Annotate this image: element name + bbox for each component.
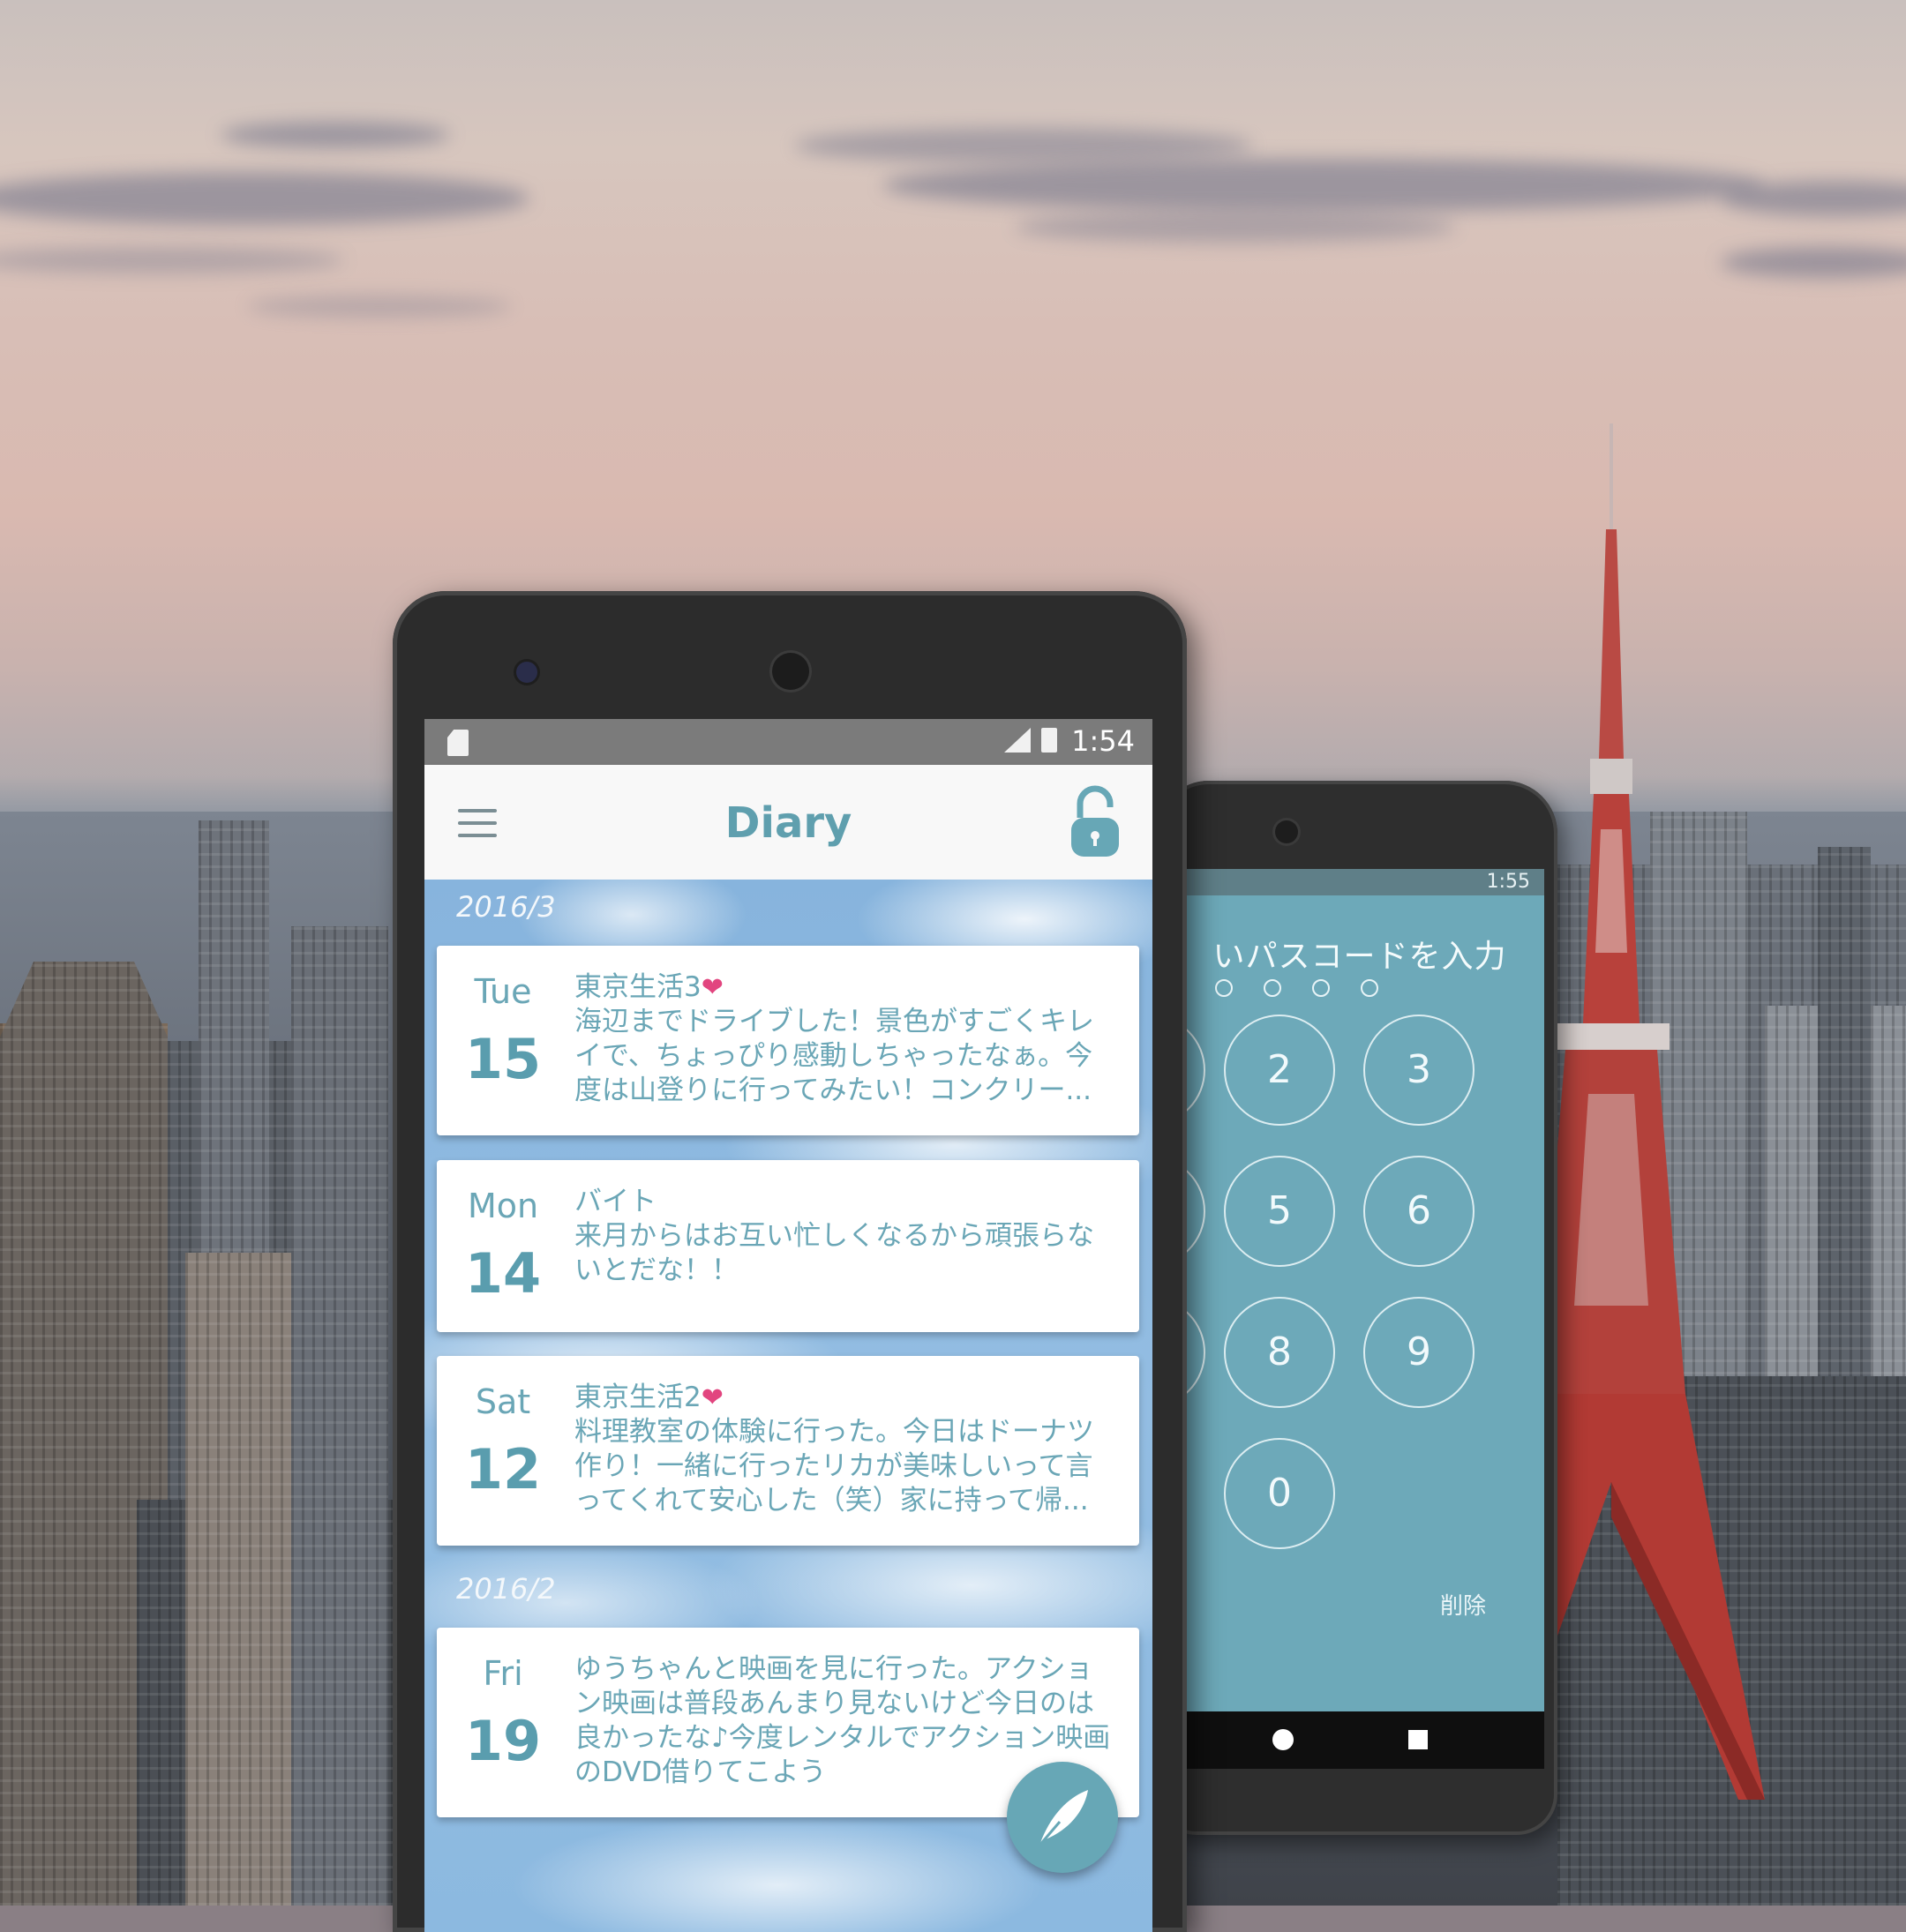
key-2[interactable]: 2 <box>1224 1015 1335 1126</box>
entry-body: 海辺までドライブした！景色がすごくキレイで、ちょっぴり感動しちゃったなぁ。今度は… <box>574 1006 1094 1106</box>
entry-title-text: 東京生活2 <box>574 1382 702 1413</box>
passcode-screen: 1:55 いパスコードを入力 2 3 5 6 8 9 0 削除 <box>1175 869 1544 1769</box>
entry-weekday: Sat <box>475 1382 531 1421</box>
passcode-dot <box>1361 979 1379 997</box>
front-phone: 1:54 Diary 2016/3 Tue 15 東京生活3❤ 海辺までドライブ… <box>393 591 1187 1932</box>
passcode-dot <box>1264 979 1282 997</box>
entry-day: 12 <box>464 1437 542 1501</box>
month-header: 2016/3 <box>456 890 556 924</box>
status-time: 1:54 <box>1071 724 1135 758</box>
entry-text: バイト 来月からはお互い忙しくなるから頑張らないとだな！！ <box>574 1185 1113 1288</box>
feather-pen-icon <box>1037 1790 1088 1847</box>
passcode-title: いパスコードを入力 <box>1212 939 1507 975</box>
entry-title: 東京生活3❤ <box>574 970 1113 1005</box>
passcode-dot <box>1312 979 1331 997</box>
passcode-dot <box>1215 979 1233 997</box>
entry-title: 東京生活2❤ <box>574 1381 1113 1415</box>
diary-entry-card[interactable]: Mon 14 バイト 来月からはお互い忙しくなるから頑張らないとだな！！ <box>437 1160 1139 1332</box>
new-entry-button[interactable] <box>1007 1762 1118 1873</box>
entry-day: 15 <box>464 1027 542 1091</box>
diary-entry-card[interactable]: Sat 12 東京生活2❤ 料理教室の体験に行った。今日はドーナツ作り！一緒に行… <box>437 1356 1139 1546</box>
key-6[interactable]: 6 <box>1363 1156 1475 1267</box>
entry-title: バイト <box>574 1186 657 1217</box>
passcode-dots <box>1215 979 1405 1000</box>
unlock-icon[interactable] <box>1069 784 1121 858</box>
key-0[interactable]: 0 <box>1224 1438 1335 1549</box>
entry-title-text: 東京生活3 <box>574 971 702 1003</box>
status-bar: 1:55 <box>1175 869 1544 895</box>
entry-weekday: Fri <box>483 1654 523 1693</box>
heart-icon: ❤ <box>701 972 724 1003</box>
battery-icon <box>1041 728 1058 753</box>
delete-button[interactable]: 削除 <box>1440 1588 1486 1621</box>
heart-icon: ❤ <box>701 1382 724 1413</box>
entry-text: 東京生活2❤ 料理教室の体験に行った。今日はドーナツ作り！一緒に行ったリカが美味… <box>574 1381 1113 1518</box>
status-bar: 1:54 <box>424 719 1152 765</box>
app-bar: Diary <box>424 765 1152 880</box>
tokyo-tower <box>1535 423 1765 1800</box>
status-time: 1:55 <box>1486 871 1530 893</box>
entry-day: 19 <box>464 1709 542 1773</box>
key-8[interactable]: 8 <box>1224 1297 1335 1408</box>
key-3[interactable]: 3 <box>1363 1015 1475 1126</box>
entry-body: 来月からはお互い忙しくなるから頑張らないとだな！！ <box>574 1220 1094 1286</box>
nav-bar <box>1175 1711 1544 1769</box>
entry-body: 料理教室の体験に行った。今日はドーナツ作り！一緒に行ったリカが美味しいって言って… <box>574 1416 1094 1516</box>
key-9[interactable]: 9 <box>1363 1297 1475 1408</box>
back-phone: 1:55 いパスコードを入力 2 3 5 6 8 9 0 削除 <box>1156 781 1557 1835</box>
status-right: 1:54 <box>1004 724 1135 758</box>
entry-list: 2016/3 Tue 15 東京生活3❤ 海辺までドライブした！景色がすごくキレ… <box>424 880 1152 1932</box>
entry-weekday: Mon <box>467 1187 539 1225</box>
earpiece-speaker <box>772 653 809 690</box>
entry-text: 東京生活3❤ 海辺までドライブした！景色がすごくキレイで、ちょっぴり感動しちゃっ… <box>574 970 1113 1108</box>
month-header: 2016/2 <box>456 1572 556 1606</box>
diary-screen: 1:54 Diary 2016/3 Tue 15 東京生活3❤ 海辺までドライブ… <box>424 719 1152 1932</box>
home-nav-icon[interactable] <box>1272 1729 1294 1750</box>
signal-icon <box>1004 728 1032 753</box>
app-title: Diary <box>724 798 852 848</box>
recents-nav-icon[interactable] <box>1408 1730 1428 1749</box>
entry-day: 14 <box>464 1241 542 1306</box>
sd-card-icon <box>447 730 469 756</box>
front-camera <box>516 662 537 683</box>
diary-entry-card[interactable]: Tue 15 東京生活3❤ 海辺までドライブした！景色がすごくキレイで、ちょっぴ… <box>437 946 1139 1135</box>
entry-weekday: Tue <box>474 972 532 1011</box>
front-camera <box>1275 820 1298 843</box>
key-5[interactable]: 5 <box>1224 1156 1335 1267</box>
